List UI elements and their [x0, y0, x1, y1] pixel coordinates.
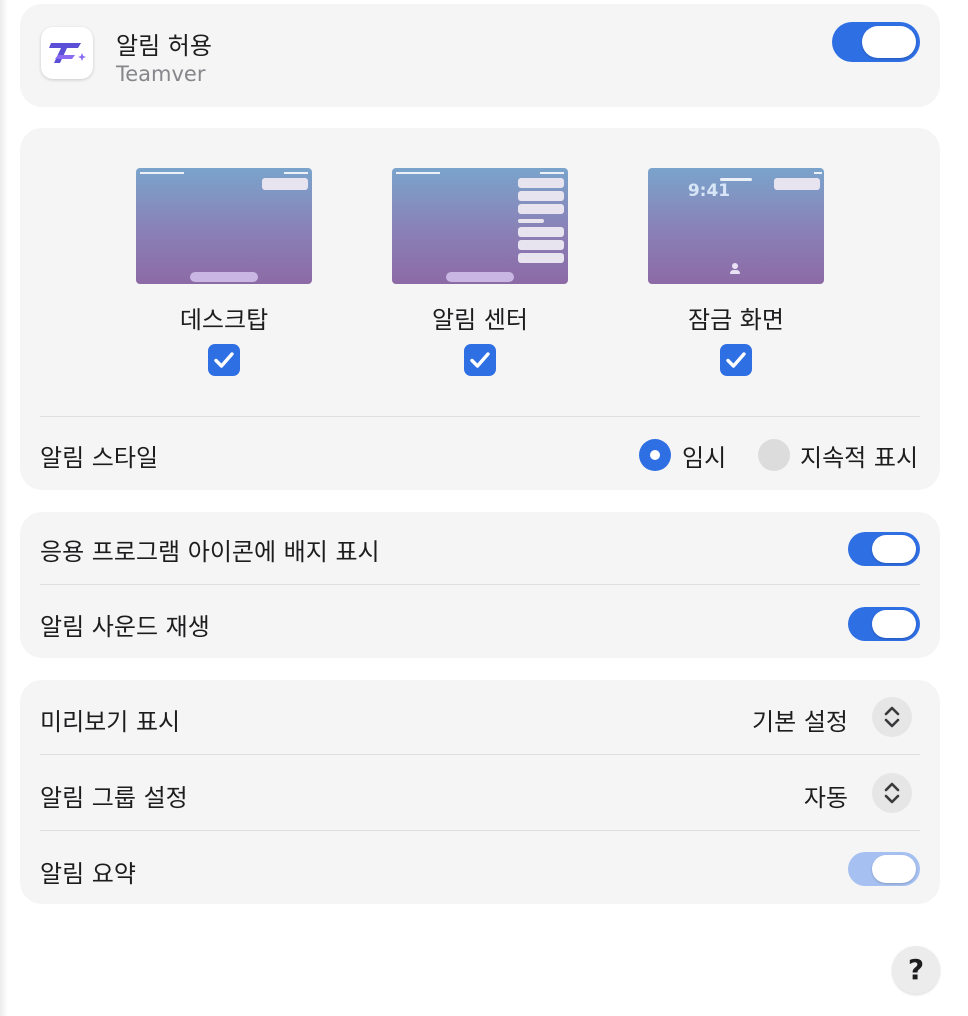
- badge-label: 응용 프로그램 아이콘에 배지 표시: [40, 538, 380, 566]
- grouping-popup-button[interactable]: [872, 773, 912, 813]
- grouping-value[interactable]: 자동: [804, 778, 848, 813]
- alert-style-persistent-label[interactable]: 지속적 표시: [800, 438, 918, 473]
- notification-center-checkbox[interactable]: [464, 344, 496, 376]
- option-label-notification-center: 알림 센터: [432, 306, 528, 334]
- option-label-desktop: 데스크탑: [179, 306, 269, 334]
- window-edge-shadow: [0, 0, 8, 1016]
- app-name: Teamver: [116, 62, 206, 86]
- menubar-left: [396, 172, 440, 174]
- lock-screen-checkbox[interactable]: [720, 344, 752, 376]
- show-preview-value[interactable]: 기본 설정: [752, 702, 848, 737]
- user-icon: [730, 263, 740, 275]
- lock-screen-preview: 9:41: [648, 168, 824, 284]
- divider: [40, 584, 920, 585]
- alert-locations-card: 9:41 데스크탑 알림 센터 잠금 화면 알림 스타일 임시 지속적 표시: [20, 128, 940, 490]
- sound-label: 알림 사운드 재생: [40, 613, 210, 641]
- checkmark-icon: [214, 352, 234, 368]
- allow-notifications-card: 알림 허용 Teamver: [20, 4, 940, 107]
- app-icon: [41, 27, 93, 79]
- badge-sound-card: 응용 프로그램 아이콘에 배지 표시 알림 사운드 재생: [20, 512, 940, 658]
- show-preview-label: 미리보기 표시: [40, 708, 181, 736]
- notification-center-preview: [392, 168, 568, 284]
- divider: [40, 830, 920, 831]
- chevron-up-down-icon: [884, 782, 900, 804]
- badge-toggle[interactable]: [848, 532, 920, 566]
- preview-notification: [518, 204, 564, 214]
- show-preview-popup-button[interactable]: [872, 697, 912, 737]
- alert-style-temporary-radio[interactable]: [639, 439, 671, 471]
- menubar-right: [284, 172, 308, 174]
- alert-style-temporary-label[interactable]: 임시: [682, 438, 726, 473]
- preview-notification: [774, 178, 820, 190]
- page-title: 알림 허용: [116, 32, 212, 60]
- divider: [40, 416, 920, 417]
- preview-dock: [190, 272, 258, 282]
- status-icons: [814, 172, 822, 174]
- preview-notification: [518, 240, 564, 250]
- alert-style-persistent-radio[interactable]: [758, 439, 790, 471]
- checkmark-icon: [726, 352, 746, 368]
- checkmark-icon: [470, 352, 490, 368]
- option-label-lock-screen: 잠금 화면: [688, 306, 784, 334]
- sound-toggle[interactable]: [848, 607, 920, 641]
- preview-notification: [262, 178, 308, 190]
- chevron-up-down-icon: [884, 706, 900, 728]
- preview-notification: [518, 191, 564, 201]
- summary-toggle[interactable]: [848, 852, 920, 886]
- desktop-checkbox[interactable]: [208, 344, 240, 376]
- desktop-preview: [136, 168, 312, 284]
- grouping-label: 알림 그룹 설정: [40, 784, 188, 812]
- allow-notifications-toggle[interactable]: [832, 22, 920, 62]
- menubar-left: [140, 172, 184, 174]
- help-button[interactable]: ?: [892, 946, 940, 994]
- summary-label: 알림 요약: [40, 860, 136, 888]
- notification-prefs-card: 미리보기 표시 기본 설정 알림 그룹 설정 자동 알림 요약: [20, 680, 940, 904]
- preview-dock: [446, 272, 514, 282]
- menubar-right: [540, 172, 564, 174]
- preview-notification: [518, 227, 564, 237]
- lock-time: 9:41: [687, 181, 731, 201]
- preview-notification: [518, 178, 564, 188]
- alert-style-label: 알림 스타일: [40, 444, 159, 472]
- divider: [40, 754, 920, 755]
- preview-notification: [518, 253, 564, 263]
- teamver-logo-icon: [49, 43, 86, 63]
- preview-section-header: [518, 219, 544, 223]
